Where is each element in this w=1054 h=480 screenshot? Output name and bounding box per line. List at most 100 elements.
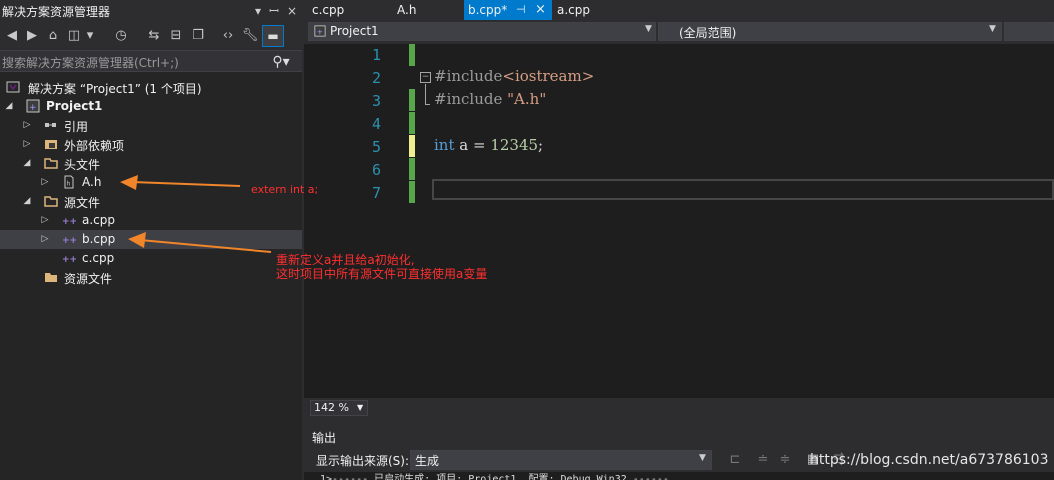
cpp-file-icon: ++ — [62, 236, 76, 246]
switch-dropdown-icon[interactable]: ▾ — [84, 26, 96, 46]
sync-icon[interactable]: ⇆ — [145, 26, 163, 46]
tab-label: A.h — [397, 3, 417, 17]
tree-item-header-files[interactable]: ◢ 头文件 — [0, 154, 302, 173]
keyword: int — [434, 136, 455, 154]
panel-title: 解决方案资源管理器 — [2, 5, 111, 19]
back-icon[interactable]: ◀ — [3, 26, 21, 46]
line-number: 2 — [371, 69, 381, 87]
collapsed-arrow-icon[interactable]: ▷ — [22, 116, 32, 135]
search-icon[interactable]: ⚲▾ — [268, 52, 294, 72]
number-literal: 12345 — [490, 136, 539, 154]
cpp-file-icon: ++ — [62, 255, 76, 265]
folder-icon — [44, 196, 58, 207]
tree-item-solution[interactable]: 解决方案 “Project1” (1 个项目) — [0, 78, 302, 97]
annotation-redefine-2: 这时项目中所有源文件可直接使用a变量 — [276, 267, 488, 281]
semicolon: ; — [538, 136, 544, 154]
code-line-2: #include<iostream> — [434, 67, 594, 85]
tree-item-project[interactable]: ◢ + Project1 — [0, 97, 302, 116]
zoom-value: 142 % — [314, 401, 349, 414]
pending-changes-icon[interactable]: ◷ — [112, 26, 130, 46]
folder-icon — [45, 273, 57, 282]
output-text-area[interactable]: 1>------ 已启动生成: 项目: Project1, 配置: Debug … — [304, 472, 1054, 480]
output-panel-title-bar: 输出 — [304, 426, 1054, 446]
tab-a-cpp[interactable]: a.cpp — [552, 0, 622, 20]
collapsed-arrow-icon[interactable]: ▷ — [40, 230, 50, 249]
zoom-dropdown[interactable]: 142 % ▼ — [310, 400, 368, 416]
pin-icon[interactable]: ⊣ — [516, 0, 526, 20]
tab-b-cpp[interactable]: b.cpp* ⊣ × — [464, 0, 552, 20]
annotation-extern: extern int a; — [251, 183, 319, 196]
scope-dropdown[interactable]: (全局范围) ▼ — [658, 22, 1002, 41]
next-message-icon[interactable]: ≑ — [776, 450, 794, 470]
collapse-toggle-icon[interactable]: − — [420, 72, 431, 83]
line-number: 6 — [371, 161, 381, 179]
output-panel-title: 输出 — [312, 431, 337, 445]
svg-text:+: + — [29, 103, 37, 113]
tab-label: b.cpp* — [468, 3, 508, 17]
code-editor[interactable]: 1 2 3 4 5 6 7 − #include<iostream> #incl… — [304, 44, 1054, 398]
tree-label: c.cpp — [82, 251, 115, 265]
tree-label: 资源文件 — [64, 272, 113, 286]
project-dropdown[interactable]: + Project1 ▼ — [308, 22, 656, 41]
vs-switch-icon[interactable]: ◫ — [65, 26, 83, 46]
project-dropdown-value: Project1 — [330, 24, 379, 38]
line-number: 1 — [371, 46, 381, 64]
editor-status-strip: 142 % ▼ — [304, 398, 1054, 418]
chevron-down-icon: ▼ — [645, 24, 652, 34]
change-marker — [409, 89, 415, 111]
search-box[interactable]: 搜索解决方案资源管理器(Ctrl+;) ⚲▾ — [0, 50, 302, 72]
tree-item-external-deps[interactable]: ▷ 外部依赖项 — [0, 135, 302, 154]
outline-line — [425, 84, 426, 104]
change-marker — [409, 44, 415, 66]
go-to-error-icon[interactable]: ⊏ — [726, 450, 744, 470]
view-code-icon[interactable]: ‹› — [219, 26, 237, 46]
tree-item-resource-files[interactable]: 资源文件 — [0, 268, 302, 287]
tree-item-references[interactable]: ▷ 引用 — [0, 116, 302, 135]
collapsed-arrow-icon[interactable]: ▷ — [40, 173, 50, 192]
forward-icon[interactable]: ▶ — [23, 26, 41, 46]
preview-selected-icon[interactable]: ▬ — [262, 25, 284, 47]
output-source-value: 生成 — [415, 454, 440, 468]
collapse-all-icon[interactable]: ⊟ — [167, 26, 185, 46]
close-icon[interactable]: × — [284, 2, 300, 20]
home-icon[interactable]: ⌂ — [44, 26, 62, 46]
project-icon: + — [314, 25, 326, 37]
output-source-dropdown[interactable]: 生成 ▼ — [410, 450, 712, 470]
tree-label: Project1 — [46, 99, 103, 113]
member-dropdown[interactable] — [1004, 22, 1054, 41]
collapsed-arrow-icon[interactable]: ▷ — [40, 211, 50, 230]
expanded-arrow-icon[interactable]: ◢ — [22, 154, 32, 173]
previous-message-icon[interactable]: ≐ — [754, 450, 772, 470]
dropdown-icon[interactable]: ▾ — [250, 2, 266, 20]
header-file-icon: h — [64, 175, 74, 189]
include-target: <iostream> — [502, 67, 595, 85]
cpp-file-icon: ++ — [62, 217, 76, 227]
expanded-arrow-icon[interactable]: ◢ — [4, 97, 14, 116]
show-all-files-icon[interactable]: ❐ — [189, 26, 207, 46]
panel-toolbar: ◀ ▶ ⌂ ◫ ▾ ◷ ⇆ ⊟ ❐ ‹› 🔧︎ ▬ — [0, 22, 302, 50]
tree-label: b.cpp — [82, 232, 116, 246]
tab-c-cpp[interactable]: c.cpp — [304, 0, 390, 20]
tree-label: 解决方案 “Project1” (1 个项目) — [28, 82, 202, 96]
document-tab-bar: c.cpp A.h b.cpp* ⊣ × a.cpp — [304, 0, 1054, 20]
code-line-5: int a = 12345; — [434, 136, 543, 154]
line-number: 5 — [371, 138, 381, 156]
close-tab-icon[interactable]: × — [535, 0, 546, 20]
expanded-arrow-icon[interactable]: ◢ — [22, 192, 32, 211]
tree-label: 引用 — [64, 120, 89, 134]
properties-wrench-icon[interactable]: 🔧︎ — [241, 26, 259, 46]
svg-text:++: ++ — [62, 255, 76, 265]
pin-icon[interactable]: ꟷ — [266, 2, 282, 20]
tab-label: c.cpp — [312, 3, 345, 17]
change-marker — [409, 158, 415, 180]
chevron-down-icon: ▼ — [699, 453, 706, 463]
tab-a-h[interactable]: A.h — [390, 0, 464, 20]
tree-label: 外部依赖项 — [64, 139, 125, 153]
svg-text:++: ++ — [62, 217, 76, 227]
tree-label: A.h — [82, 175, 102, 189]
navigation-bar: + Project1 ▼ (全局范围) ▼ — [304, 20, 1054, 44]
tree-item-a-cpp[interactable]: ▷ ++ a.cpp — [0, 211, 302, 230]
search-input[interactable]: 搜索解决方案资源管理器(Ctrl+;) — [2, 54, 179, 71]
collapsed-arrow-icon[interactable]: ▷ — [22, 135, 32, 154]
change-marker — [409, 181, 415, 203]
